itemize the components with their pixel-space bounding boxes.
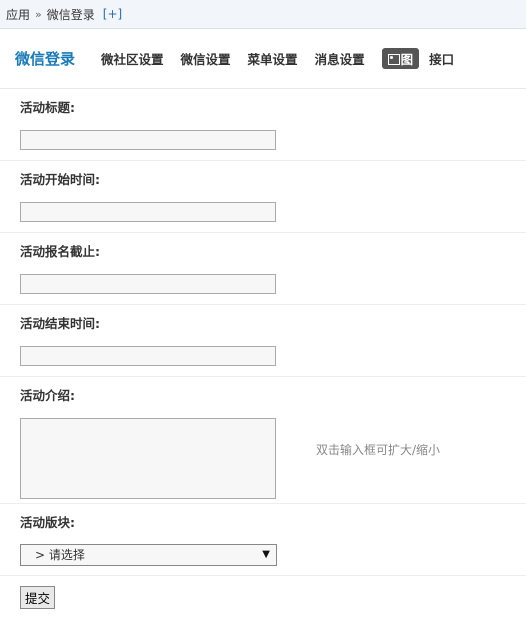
dropdown-arrow-icon: ▼ bbox=[262, 549, 270, 560]
activity-deadline-input[interactable] bbox=[20, 273, 276, 294]
intro-tip: 双击输入框可扩大/缩小 bbox=[316, 443, 441, 457]
tab-message-settings[interactable]: 消息设置 bbox=[315, 49, 365, 68]
breadcrumb: 应用 » 微信登录 [+] bbox=[0, 0, 526, 29]
submit-button[interactable]: 提交 bbox=[20, 586, 56, 609]
activity-section-row: 活动版块: > 请选择 ▼ bbox=[0, 504, 526, 576]
tab-wechat-settings[interactable]: 微信设置 bbox=[181, 49, 231, 68]
activity-section-select[interactable]: > 请选择 ▼ bbox=[20, 543, 277, 566]
tab-community-settings[interactable]: 微社区设置 bbox=[101, 49, 164, 68]
nav-tabs: 微信登录 微社区设置 微信设置 菜单设置 消息设置 图 接口 bbox=[0, 29, 526, 89]
breadcrumb-separator: » bbox=[35, 7, 42, 21]
tab-menu-settings[interactable]: 菜单设置 bbox=[248, 49, 298, 68]
tab-image[interactable]: 图 bbox=[381, 48, 420, 69]
tab-image-label: 图 bbox=[400, 52, 414, 67]
activity-start-label: 活动开始时间: bbox=[20, 172, 100, 187]
activity-deadline-label: 活动报名截止: bbox=[20, 244, 100, 259]
activity-title-row: 活动标题: bbox=[0, 89, 526, 161]
activity-start-input[interactable] bbox=[20, 201, 276, 222]
breadcrumb-root[interactable]: 应用 bbox=[6, 6, 30, 23]
activity-title-label: 活动标题: bbox=[20, 100, 75, 115]
tab-interface[interactable]: 接口 bbox=[429, 49, 454, 68]
add-shortcut-button[interactable]: [+] bbox=[103, 7, 122, 21]
activity-intro-label: 活动介绍: bbox=[20, 388, 75, 403]
activity-title-input[interactable] bbox=[20, 129, 276, 150]
breadcrumb-current[interactable]: 微信登录 bbox=[47, 6, 95, 23]
activity-deadline-row: 活动报名截止: bbox=[0, 233, 526, 305]
activity-section-label: 活动版块: bbox=[20, 515, 75, 530]
image-icon bbox=[387, 54, 400, 65]
activity-intro-row: 活动介绍: 双击输入框可扩大/缩小 bbox=[0, 377, 526, 504]
activity-end-input[interactable] bbox=[20, 345, 276, 366]
activity-section-selected: > 请选择 bbox=[35, 548, 85, 562]
activity-end-label: 活动结束时间: bbox=[20, 316, 100, 331]
activity-end-row: 活动结束时间: bbox=[0, 305, 526, 377]
activity-intro-textarea[interactable] bbox=[20, 418, 276, 499]
activity-start-row: 活动开始时间: bbox=[0, 161, 526, 233]
app-title: 微信登录 bbox=[15, 50, 76, 68]
